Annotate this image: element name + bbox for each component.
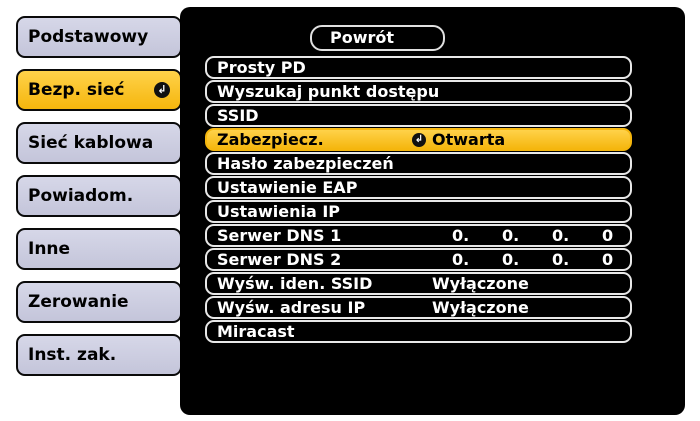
- return-button[interactable]: Powrót: [310, 25, 445, 51]
- menu-item-ip-settings[interactable]: Ustawienia IP: [205, 200, 632, 223]
- menu-item-label: Wyśw. adresu IP: [217, 298, 366, 317]
- menu-item-label: Prosty PD: [217, 58, 306, 77]
- menu-item-miracast[interactable]: Miracast: [205, 320, 632, 343]
- tab-label: Inne: [28, 239, 71, 259]
- tab-label: Podstawowy: [28, 27, 149, 47]
- menu-item-haslo[interactable]: Hasło zabezpieczeń: [205, 152, 632, 175]
- menu-item-label: Serwer DNS 1: [217, 226, 342, 245]
- ip-octet: 0.: [552, 226, 570, 245]
- menu-item-label: Ustawienia IP: [217, 202, 340, 221]
- menu-item-eap[interactable]: Ustawienie EAP: [205, 176, 632, 199]
- tab-powiadom[interactable]: Powiadom.: [16, 175, 182, 217]
- menu-item-label: Wyśw. iden. SSID: [217, 274, 373, 293]
- enter-icon: ↲: [154, 82, 170, 98]
- tab-bezp-siec[interactable]: Bezp. sieć ↲: [16, 69, 182, 111]
- tab-label: Powiadom.: [28, 186, 134, 206]
- ip-octet: 0.: [502, 226, 520, 245]
- ip-octet: 0.: [502, 250, 520, 269]
- menu-item-dns2[interactable]: Serwer DNS 2 0. 0. 0. 0: [205, 248, 632, 271]
- ip-octet: 0.: [552, 250, 570, 269]
- menu-item-label: Miracast: [217, 322, 295, 341]
- menu-item-ssid[interactable]: SSID: [205, 104, 632, 127]
- menu-item-label: Ustawienie EAP: [217, 178, 358, 197]
- menu-item-wyszukaj-punkt[interactable]: Wyszukaj punkt dostępu: [205, 80, 632, 103]
- tab-zerowanie[interactable]: Zerowanie: [16, 281, 182, 323]
- tab-podstawowy[interactable]: Podstawowy: [16, 16, 182, 58]
- ip-octet: 0.: [452, 226, 470, 245]
- menu-item-dns1[interactable]: Serwer DNS 1 0. 0. 0. 0: [205, 224, 632, 247]
- tab-label: Inst. zak.: [28, 345, 117, 365]
- tab-siec-kablowa[interactable]: Sieć kablowa: [16, 122, 182, 164]
- ip-octet: 0: [602, 250, 614, 269]
- menu-item-label: SSID: [217, 106, 259, 125]
- menu-item-label: Hasło zabezpieczeń: [217, 154, 394, 173]
- menu-item-ssid-display[interactable]: Wyśw. iden. SSID Wyłączone: [205, 272, 632, 295]
- tab-label: Bezp. sieć: [28, 80, 125, 100]
- menu-item-label: Serwer DNS 2: [217, 250, 342, 269]
- menu-item-label: Wyszukaj punkt dostępu: [217, 82, 440, 101]
- enter-icon: ↲: [412, 133, 426, 147]
- menu-item-zabezpiecz[interactable]: Zabezpiecz. ↲ Otwarta: [205, 128, 632, 151]
- menu-item-ip-display[interactable]: Wyśw. adresu IP Wyłączone: [205, 296, 632, 319]
- ip-octet: 0: [602, 226, 614, 245]
- tab-inst-zak[interactable]: Inst. zak.: [16, 334, 182, 376]
- tab-label: Sieć kablowa: [28, 133, 154, 153]
- menu-item-label: Zabezpiecz.: [217, 130, 324, 149]
- tab-inne[interactable]: Inne: [16, 228, 182, 270]
- menu-item-value: Otwarta: [432, 130, 506, 149]
- menu-item-value: Wyłączone: [432, 274, 529, 293]
- tab-label: Zerowanie: [28, 292, 129, 312]
- ip-octet: 0.: [452, 250, 470, 269]
- menu-item-prosty-pd[interactable]: Prosty PD: [205, 56, 632, 79]
- menu-item-value: Wyłączone: [432, 298, 529, 317]
